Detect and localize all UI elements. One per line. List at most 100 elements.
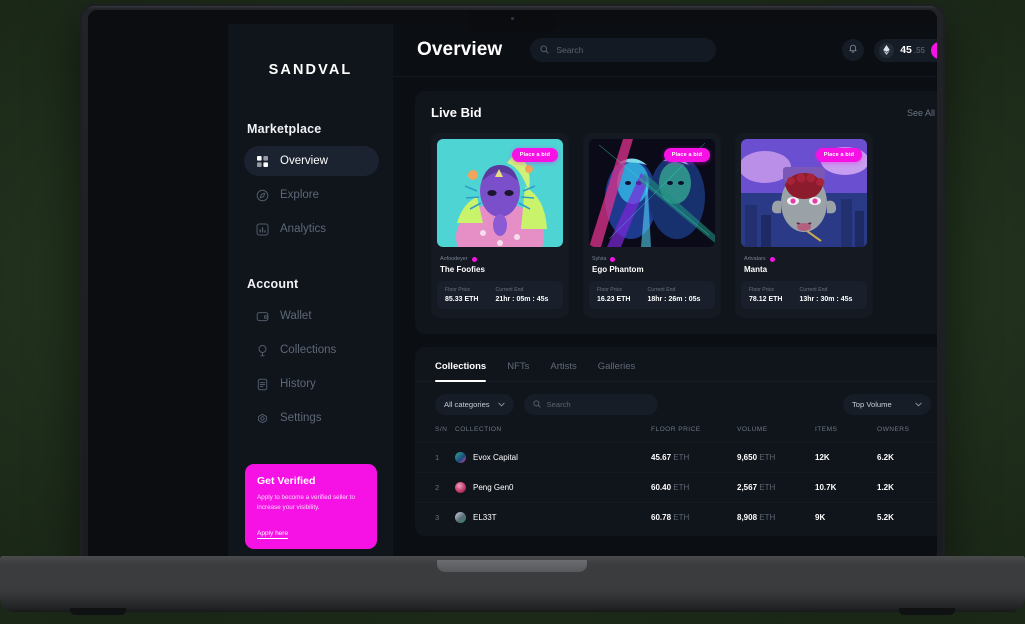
- floor-price-value: 85.33 ETH: [445, 296, 479, 303]
- laptop-foot-right: [899, 608, 955, 615]
- sort-dropdown[interactable]: Top Volume: [843, 394, 931, 415]
- current-end-label: Current End: [495, 287, 524, 293]
- sidebar-item-collections[interactable]: Collections: [244, 335, 379, 365]
- sidebar-item-analytics[interactable]: Analytics: [244, 214, 379, 244]
- sidebar-item-overview[interactable]: Overview: [244, 146, 379, 176]
- table-row[interactable]: 3 EL33T 60.78 ETH 8,908 ETH 9K 5.2K: [415, 502, 937, 532]
- collection-name: EL33T: [473, 513, 497, 522]
- row-floor-price: 60.40 ETH: [651, 472, 737, 503]
- camera-notch: [468, 10, 558, 32]
- column-volume: VOLUME: [737, 426, 768, 433]
- floor-price-block: Floor Price 85.33 ETH: [445, 287, 495, 303]
- current-end-block: Current End 18hr : 26m : 05s: [647, 287, 707, 303]
- collections-search-input[interactable]: [546, 400, 649, 409]
- collection-name: Evox Capital: [473, 453, 518, 462]
- creator-name: Artvatars: [744, 256, 766, 262]
- sidebar-item-history[interactable]: History: [244, 369, 379, 399]
- laptop-mockup: SANDVAL Marketplace Overview Explore Ana…: [0, 0, 1025, 624]
- creator-name: Sylvia: [592, 256, 607, 262]
- wallet-balance[interactable]: 45 .55: [874, 38, 937, 62]
- nft-card[interactable]: Place a bid Aofoodeyer The Foofies Floor: [431, 133, 569, 318]
- trophy-icon: [256, 344, 269, 357]
- compass-icon: [256, 189, 269, 202]
- row-volume: 9,650 ETH: [737, 442, 815, 473]
- screen-bezel: SANDVAL Marketplace Overview Explore Ana…: [88, 10, 937, 558]
- live-bid-cards: Place a bid Aofoodeyer The Foofies Floor: [431, 133, 935, 318]
- live-bid-panel: Live Bid See All Place a bid Aofoodeyer …: [415, 91, 937, 334]
- nft-card[interactable]: Place a bid Sylvia Ego Phantom Floor Pri: [583, 133, 721, 318]
- place-bid-button[interactable]: Place a bid: [511, 148, 558, 162]
- avatar[interactable]: [931, 41, 937, 59]
- column-floor-price: FLOOR PRICE: [651, 426, 701, 433]
- verified-badge-icon: [610, 256, 616, 262]
- page-title: Overview: [417, 39, 503, 60]
- place-bid-button[interactable]: Place a bid: [815, 148, 862, 162]
- sidebar-item-label: Collections: [280, 344, 337, 356]
- global-search[interactable]: [530, 38, 717, 62]
- sidebar-item-label: Analytics: [280, 223, 327, 235]
- top-bar: Overview Search 45 .55: [393, 24, 937, 77]
- laptop-foot-left: [70, 608, 126, 615]
- tab-galleries[interactable]: Galleries: [598, 361, 636, 381]
- chevron-down-icon: [497, 400, 505, 409]
- current-end-value: 21hr : 05m : 45s: [495, 296, 549, 303]
- filter-bar: All categories Search Top Volume: [415, 382, 937, 415]
- current-end-value: 13hr : 30m : 45s: [799, 296, 853, 303]
- grid-icon: [256, 155, 269, 168]
- sidebar-item-explore[interactable]: Explore: [244, 180, 379, 210]
- sidebar-section-marketplace-title: Marketplace: [247, 122, 322, 136]
- sidebar-section-account-title: Account: [247, 277, 299, 291]
- top-bar-actions: 45 .55: [842, 38, 937, 62]
- sidebar-item-label: Wallet: [280, 310, 312, 322]
- collection-avatar: [455, 482, 466, 493]
- sidebar-item-label: Settings: [280, 412, 322, 424]
- collections-search[interactable]: [523, 394, 658, 415]
- category-filter-label: All categories: [444, 400, 490, 409]
- document-icon: [256, 378, 269, 391]
- live-bid-header: Live Bid See All: [431, 105, 935, 120]
- sidebar-item-label: History: [280, 378, 316, 390]
- row-owners: 1.2K: [877, 472, 937, 503]
- search-input[interactable]: [556, 45, 707, 55]
- row-sn: 2: [415, 472, 455, 503]
- see-all-link[interactable]: See All: [907, 108, 935, 118]
- ethereum-icon: [879, 42, 895, 58]
- place-bid-button[interactable]: Place a bid: [663, 148, 710, 162]
- apply-here-link[interactable]: Apply here: [257, 529, 289, 539]
- row-collection: Peng Gen0: [455, 472, 651, 503]
- row-items: 12K: [815, 442, 877, 473]
- brand-logo: SANDVAL: [268, 62, 353, 78]
- nft-artwork[interactable]: Place a bid: [437, 139, 563, 247]
- nft-artwork[interactable]: Place a bid: [741, 139, 867, 247]
- collections-panel: Collections NFTs Artists Galleries All c…: [415, 347, 937, 536]
- table-row[interactable]: 2 Peng Gen0 60.40 ETH 2,567 ETH 10.7K 1.…: [415, 472, 937, 503]
- eth-unit: ETH: [673, 513, 690, 522]
- content: Live Bid See All Place a bid Aofoodeyer …: [393, 77, 937, 536]
- row-volume: 2,567 ETH: [737, 472, 815, 503]
- sort-label: Top Volume: [852, 400, 892, 409]
- nft-card[interactable]: Place a bid Artvatars Manta Floor Price: [735, 133, 873, 318]
- bell-icon: [848, 41, 858, 59]
- notifications-button[interactable]: [842, 39, 865, 61]
- camera-icon: [511, 17, 514, 20]
- tab-artists[interactable]: Artists: [550, 361, 576, 381]
- sidebar-item-settings[interactable]: Settings: [244, 403, 379, 433]
- balance-integer: 45: [900, 44, 912, 56]
- balance-decimal: .55: [913, 45, 925, 55]
- eth-unit: ETH: [759, 483, 776, 492]
- nft-artwork[interactable]: Place a bid: [589, 139, 715, 247]
- category-filter-dropdown[interactable]: All categories: [435, 394, 514, 415]
- tab-collections[interactable]: Collections: [435, 361, 487, 382]
- sidebar-item-wallet[interactable]: Wallet: [244, 301, 379, 331]
- tab-nfts[interactable]: NFTs: [507, 361, 529, 381]
- get-verified-card[interactable]: Get Verified Apply to become a verified …: [245, 464, 377, 549]
- search-icon: [540, 41, 549, 59]
- collection-avatar: [455, 452, 466, 463]
- table-row[interactable]: 1 Evox Capital 45.67 ETH 9,650 ETH 12K 6…: [415, 442, 937, 473]
- nft-creator: Sylvia: [592, 256, 715, 262]
- row-collection: Evox Capital: [455, 442, 651, 473]
- row-floor-price: 45.67 ETH: [651, 442, 737, 473]
- nft-title: Manta: [744, 265, 768, 274]
- column-owners: OWNERS: [877, 426, 910, 433]
- collections-table: S/N COLLECTION FLOOR PRICE VOLUME ITEMS …: [415, 426, 937, 532]
